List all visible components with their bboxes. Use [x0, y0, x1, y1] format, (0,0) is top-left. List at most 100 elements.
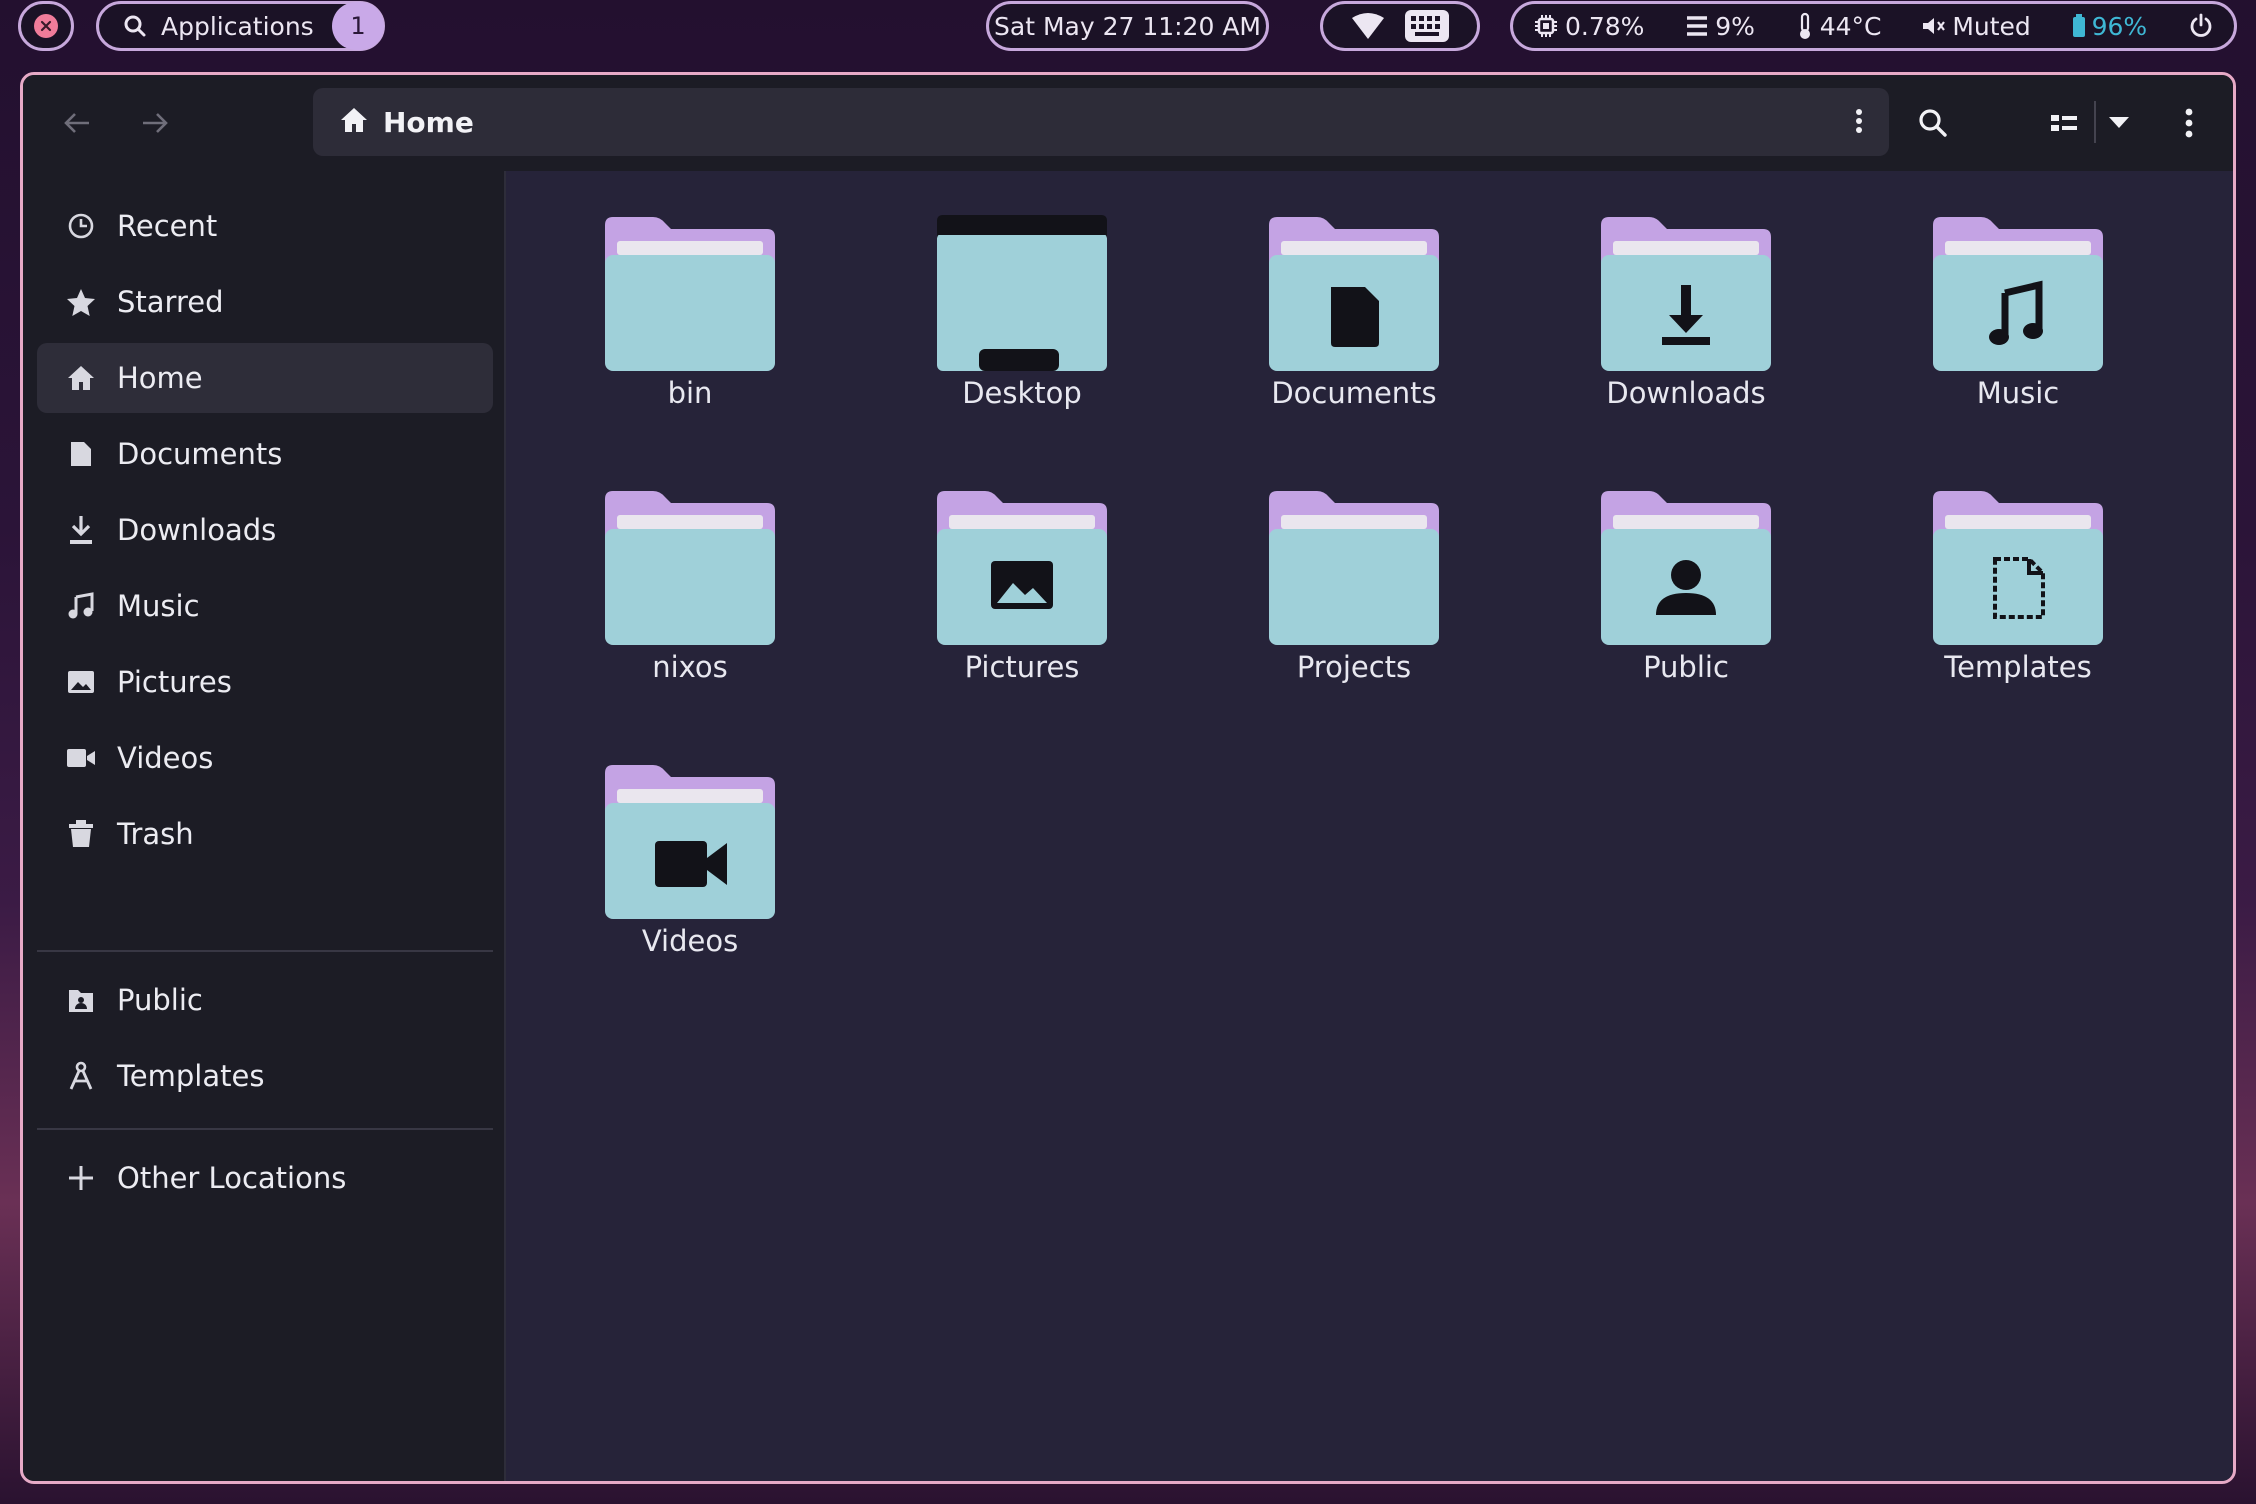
folder-label: Videos	[641, 924, 739, 958]
system-stats: 0.78% 9% 44°C Muted 96%	[1510, 1, 2237, 51]
desktop-folder-icon	[937, 215, 1107, 371]
chevron-down-icon	[2109, 117, 2129, 128]
folder-label: Desktop	[962, 376, 1082, 410]
file-manager-window: Home Recent Starred Home Documents Downl…	[20, 72, 2236, 1484]
back-button[interactable]	[59, 105, 95, 141]
public-folder-icon	[1601, 491, 1771, 645]
folder-item-public[interactable]: Public	[1504, 445, 1868, 695]
view-toggle-button[interactable]	[2044, 103, 2084, 143]
folder-item-nixos[interactable]: nixos	[508, 445, 872, 695]
sidebar-item-trash[interactable]: Trash	[37, 799, 493, 869]
music-icon	[65, 590, 97, 622]
folder-item-desktop[interactable]: Desktop	[840, 171, 1204, 421]
folder-label: Projects	[1296, 650, 1412, 684]
system-tray	[1320, 1, 1480, 51]
cpu-stat[interactable]: 0.78%	[1533, 12, 1644, 41]
cpu-value: 0.78%	[1565, 11, 1645, 41]
sidebar-item-downloads[interactable]: Downloads	[37, 495, 493, 565]
folder-label: Music	[1976, 376, 2060, 410]
list-view-icon	[2051, 115, 2077, 131]
videos-folder-icon	[605, 765, 775, 919]
thermometer-icon	[1796, 12, 1814, 40]
sidebar-item-public[interactable]: Public	[37, 965, 493, 1035]
path-bar[interactable]: Home	[313, 88, 1889, 156]
document-icon	[65, 438, 97, 470]
sidebar-item-label: Recent	[117, 209, 218, 243]
sidebar-item-label: Other Locations	[117, 1161, 347, 1195]
path-current-folder[interactable]: Home	[383, 106, 474, 139]
trash-icon	[65, 818, 97, 850]
workspace-indicator[interactable]: 1	[332, 2, 384, 50]
sidebar-item-recent[interactable]: Recent	[37, 191, 493, 261]
folder-item-templates[interactable]: Templates	[1836, 445, 2200, 695]
sidebar-item-label: Downloads	[117, 513, 277, 547]
battery-value: 96%	[2091, 11, 2148, 41]
view-options-button[interactable]	[2099, 103, 2139, 143]
sidebar-item-home[interactable]: Home	[37, 343, 493, 413]
arrow-left-icon	[64, 113, 89, 133]
memory-icon	[1685, 15, 1709, 37]
cpu-icon	[1533, 13, 1559, 39]
sidebar-item-label: Public	[117, 983, 203, 1017]
downloads-folder-icon	[1601, 217, 1771, 371]
sidebar-item-label: Pictures	[117, 665, 232, 699]
memory-stat[interactable]: 9%	[1685, 12, 1755, 41]
power-button[interactable]	[2188, 13, 2214, 39]
clock-label: Sat May 27 11:20 AM	[994, 11, 1261, 41]
wifi-icon[interactable]	[1351, 12, 1385, 40]
folder-label: Documents	[1271, 376, 1437, 410]
sidebar-item-other-locations[interactable]: Other Locations	[37, 1143, 493, 1213]
applications-launcher[interactable]: Applications 1	[96, 1, 385, 51]
sidebar-item-label: Documents	[117, 437, 283, 471]
main-menu-button[interactable]	[2169, 103, 2209, 143]
folder-label: Public	[1643, 650, 1729, 684]
sidebar-item-label: Videos	[117, 741, 214, 775]
close-window-button[interactable]	[18, 1, 74, 51]
more-vertical-icon	[2185, 108, 2193, 138]
sidebar-item-documents[interactable]: Documents	[37, 419, 493, 489]
home-icon	[339, 106, 369, 138]
sidebar-item-label: Starred	[117, 285, 224, 319]
sidebar: Recent Starred Home Documents Downloads …	[23, 171, 506, 1481]
folder-item-documents[interactable]: Documents	[1172, 171, 1536, 421]
battery-stat[interactable]: 96%	[2072, 11, 2148, 41]
folder-item-downloads[interactable]: Downloads	[1504, 171, 1868, 421]
video-icon	[65, 742, 97, 774]
sidebar-item-videos[interactable]: Videos	[37, 723, 493, 793]
picture-icon	[65, 666, 97, 698]
sidebar-item-label: Templates	[117, 1059, 265, 1093]
headerbar: Home	[23, 75, 2233, 171]
sidebar-item-pictures[interactable]: Pictures	[37, 647, 493, 717]
clock[interactable]: Sat May 27 11:20 AM	[986, 1, 1269, 51]
folder-label: Pictures	[964, 650, 1080, 684]
public-icon	[65, 984, 97, 1016]
folder-item-videos[interactable]: Videos	[508, 719, 872, 969]
forward-button[interactable]	[137, 105, 173, 141]
sidebar-separator	[37, 950, 493, 952]
folder-icon	[605, 217, 775, 371]
sidebar-item-templates[interactable]: Templates	[37, 1041, 493, 1111]
keyboard-icon[interactable]	[1404, 9, 1450, 43]
volume-stat[interactable]: Muted	[1922, 12, 2031, 41]
folder-icon	[1269, 491, 1439, 645]
sidebar-item-music[interactable]: Music	[37, 571, 493, 641]
path-menu-icon[interactable]	[1855, 108, 1863, 138]
folder-item-pictures[interactable]: Pictures	[840, 445, 1204, 695]
music-folder-icon	[1933, 217, 2103, 371]
star-icon	[65, 286, 97, 318]
temperature-value: 44°C	[1819, 11, 1882, 41]
temperature-stat[interactable]: 44°C	[1796, 12, 1882, 41]
search-button[interactable]	[1913, 103, 1953, 143]
folder-icon	[605, 491, 775, 645]
speaker-muted-icon	[1922, 16, 1946, 36]
folder-item-projects[interactable]: Projects	[1172, 445, 1536, 695]
sidebar-item-starred[interactable]: Starred	[37, 267, 493, 337]
arrow-right-icon	[143, 113, 168, 133]
folder-item-music[interactable]: Music	[1836, 171, 2200, 421]
sidebar-item-label: Music	[117, 589, 200, 623]
applications-label: Applications	[161, 11, 314, 41]
view-separator	[2094, 101, 2096, 143]
power-icon	[2188, 13, 2214, 39]
folder-label: Templates	[1944, 650, 2092, 684]
folder-item-bin[interactable]: bin	[508, 171, 872, 421]
